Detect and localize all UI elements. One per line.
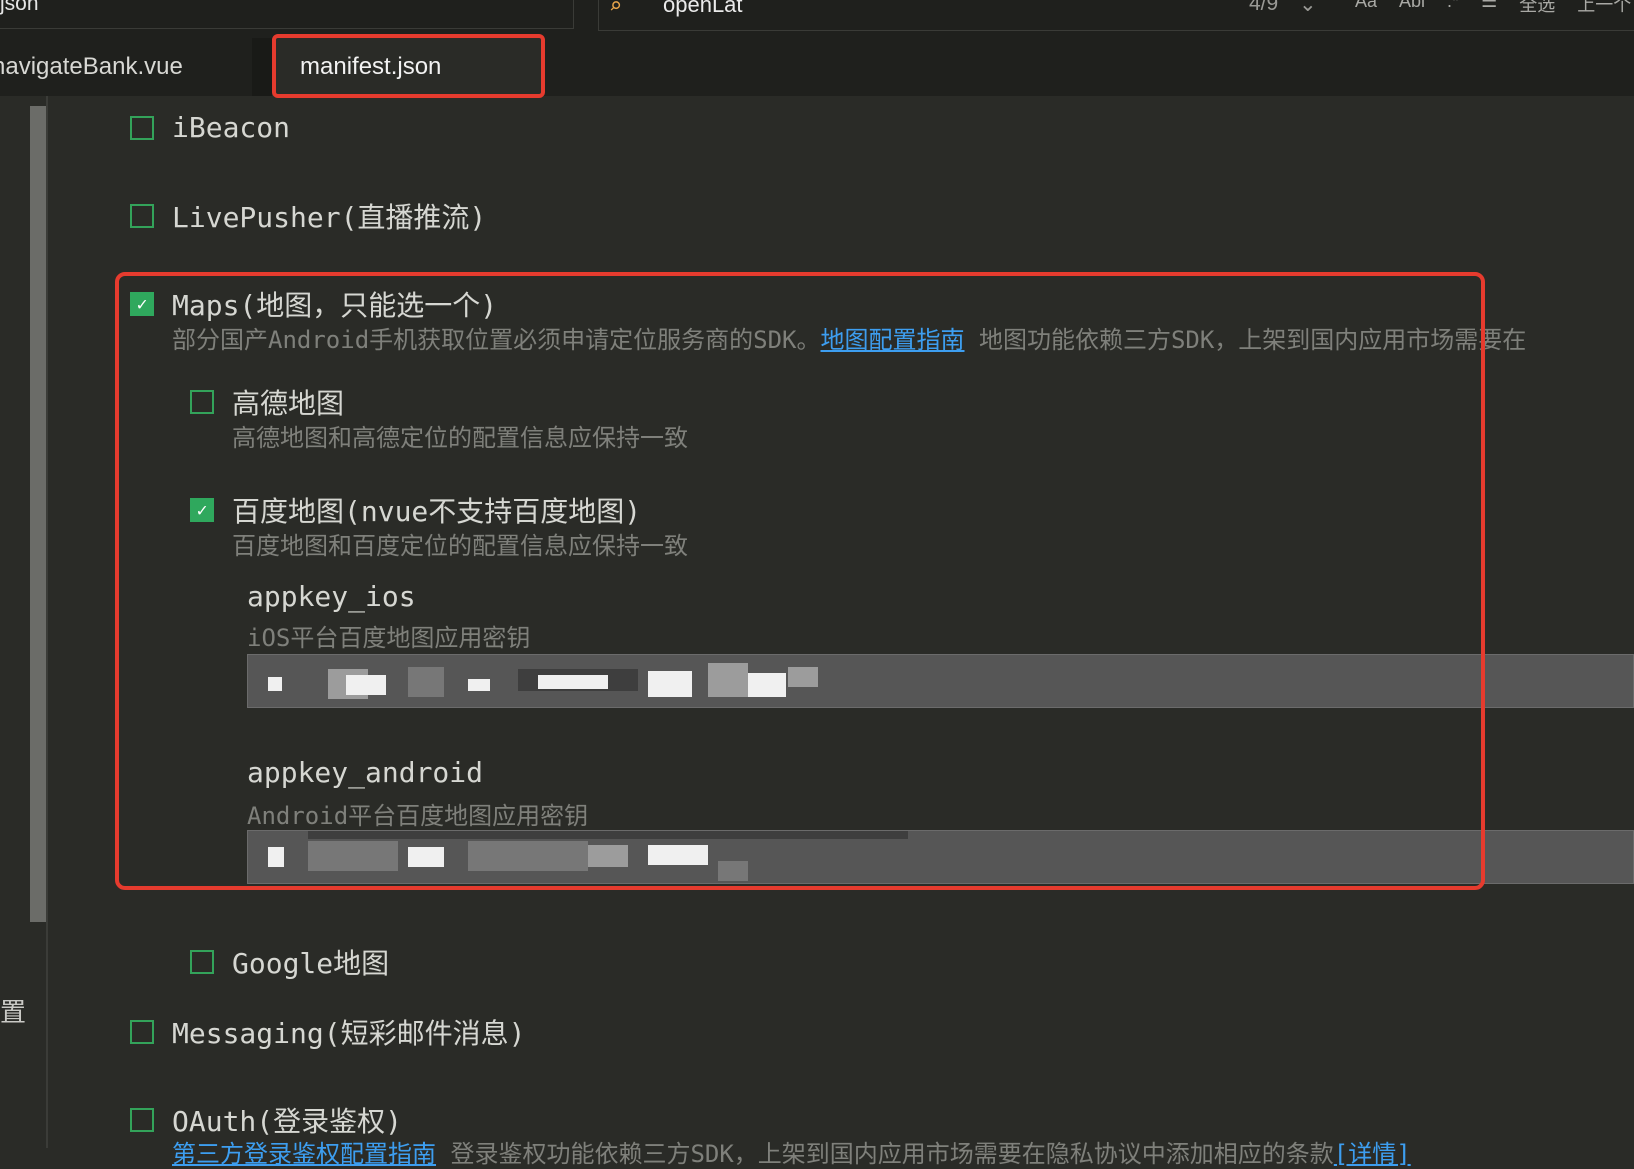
google-checkbox[interactable] bbox=[190, 950, 214, 974]
ibeacon-checkbox[interactable] bbox=[130, 115, 154, 140]
module-ibeacon: iBeacon bbox=[130, 111, 290, 144]
gutter-divider bbox=[46, 96, 48, 1148]
top-bar: json ⌕ openLat 4/9 ⌄ Aa Abl .* ☰ 全选 上一个 bbox=[0, 0, 1634, 32]
gutter-fragment: 置 bbox=[0, 998, 27, 1028]
maps-highlight-annotation bbox=[115, 272, 1485, 890]
map-option-google: Google地图 bbox=[190, 942, 389, 982]
match-case-button[interactable]: Aa bbox=[1355, 0, 1377, 17]
search-match-count: 4/9 bbox=[1249, 0, 1279, 15]
livepusher-checkbox[interactable] bbox=[130, 204, 154, 228]
search-icon[interactable]: ⌕ bbox=[609, 0, 622, 19]
next-match-chevron-icon[interactable]: ⌄ bbox=[1299, 0, 1317, 17]
search-input[interactable]: openLat bbox=[663, 0, 743, 18]
tab-highlight-annotation bbox=[272, 34, 545, 98]
file-title: json bbox=[0, 0, 39, 15]
tab-bar: navigateBank.vue manifest.json bbox=[0, 32, 1634, 96]
messaging-label: Messaging(短彩邮件消息) bbox=[172, 1017, 526, 1050]
oauth-description: 第三方登录鉴权配置指南 登录鉴权功能依赖三方SDK，上架到国内应用市场需要在隐私… bbox=[172, 1134, 1411, 1169]
previous-match-button[interactable]: 上一个 bbox=[1577, 0, 1631, 17]
search-bar[interactable]: ⌕ openLat 4/9 ⌄ Aa Abl .* ☰ 全选 上一个 bbox=[598, 0, 1634, 31]
oauth-details-link[interactable]: [详情] bbox=[1334, 1140, 1411, 1168]
oauth-checkbox[interactable] bbox=[130, 1108, 154, 1132]
select-all-button[interactable]: 全选 bbox=[1519, 0, 1555, 17]
tab-separator bbox=[252, 38, 272, 96]
tab-label: navigateBank.vue bbox=[0, 53, 183, 80]
ibeacon-label: iBeacon bbox=[172, 111, 291, 144]
oauth-desc-text: 登录鉴权功能依赖三方SDK，上架到国内应用市场需要在隐私协议中添加相应的条款 bbox=[436, 1140, 1334, 1168]
livepusher-label: LivePusher(直播推流) bbox=[172, 201, 487, 234]
messaging-checkbox[interactable] bbox=[130, 1020, 154, 1044]
google-label: Google地图 bbox=[232, 947, 390, 980]
scrollbar-thumb[interactable] bbox=[30, 106, 46, 922]
module-livepusher: LivePusher(直播推流) bbox=[130, 196, 486, 236]
module-messaging: Messaging(短彩邮件消息) bbox=[130, 1012, 525, 1052]
search-tools: Aa Abl .* ☰ 全选 上一个 bbox=[1355, 0, 1631, 17]
regex-button[interactable]: .* bbox=[1447, 0, 1459, 17]
tab-navigatebank-vue[interactable]: navigateBank.vue bbox=[0, 38, 252, 96]
filter-lines-icon[interactable]: ☰ bbox=[1481, 0, 1497, 17]
file-title-area: json bbox=[0, 0, 574, 29]
whole-word-button[interactable]: Abl bbox=[1399, 0, 1425, 17]
oauth-config-guide-link[interactable]: 第三方登录鉴权配置指南 bbox=[172, 1140, 436, 1168]
